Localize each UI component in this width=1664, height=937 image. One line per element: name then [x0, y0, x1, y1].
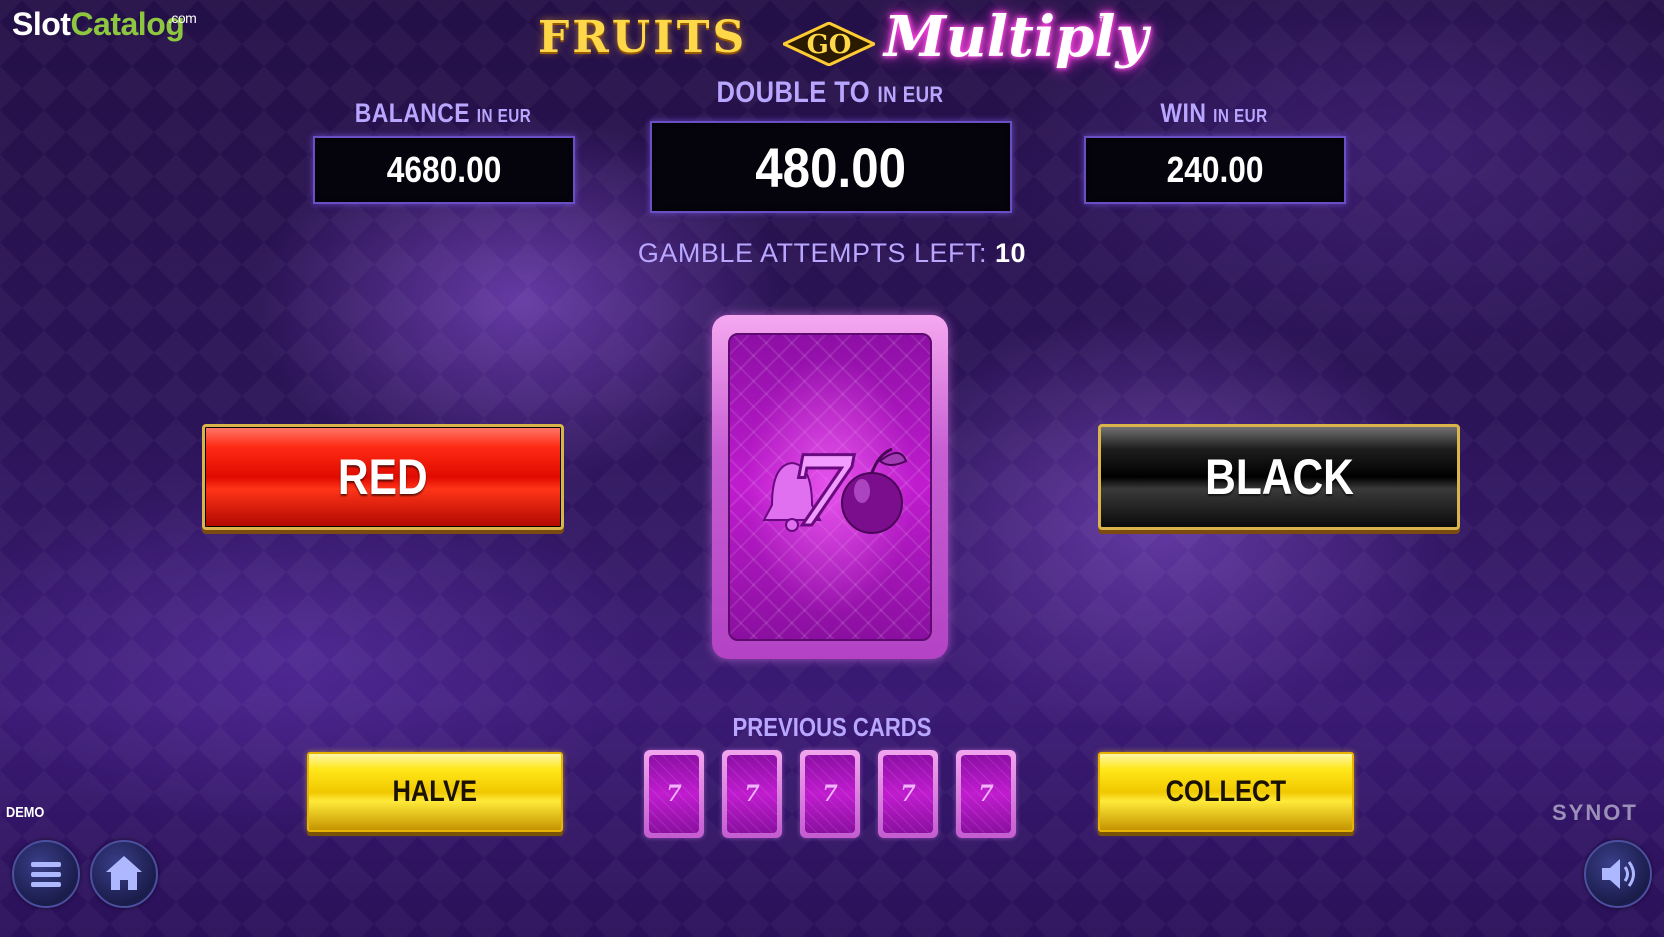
- sound-button[interactable]: [1584, 840, 1652, 908]
- home-button[interactable]: [90, 840, 158, 908]
- game-title-go-badge: GO: [783, 22, 875, 66]
- halve-button-label: HALVE: [392, 775, 478, 808]
- previous-card-1: 7: [644, 750, 704, 838]
- sound-icon: [1602, 859, 1635, 889]
- collect-button-label: COLLECT: [1165, 775, 1287, 808]
- collect-button[interactable]: COLLECT: [1098, 752, 1354, 832]
- balance-label: BALANCE IN EUR: [354, 98, 532, 128]
- balance-display: 4680.00: [313, 136, 575, 204]
- win-display: 240.00: [1084, 136, 1346, 204]
- face-down-card: 7: [712, 315, 948, 659]
- site-logo-part1: Slot: [12, 6, 71, 42]
- previous-cards-label: PREVIOUS CARDS: [732, 712, 932, 742]
- card-back-art: 7: [762, 434, 908, 550]
- win-value: 240.00: [1166, 149, 1264, 190]
- red-button-label: RED: [338, 449, 428, 505]
- previous-card-4: 7: [878, 750, 938, 838]
- site-logo-suffix: .com: [168, 10, 197, 26]
- win-unit: IN EUR: [1213, 106, 1268, 126]
- menu-icon: [31, 862, 61, 887]
- win-label: WIN IN EUR: [1160, 98, 1268, 128]
- black-button-label: BLACK: [1204, 449, 1354, 505]
- gamble-attempts-label: GAMBLE ATTEMPTS LEFT:: [637, 238, 987, 268]
- demo-mode-label: DEMO: [6, 804, 45, 821]
- home-icon: [106, 856, 142, 890]
- double-to-label: DOUBLE TO IN EUR: [716, 76, 944, 109]
- red-button[interactable]: RED: [202, 424, 564, 530]
- card-back: 7: [728, 333, 932, 641]
- double-to-display: 480.00: [650, 121, 1012, 213]
- double-to-unit: IN EUR: [877, 82, 944, 107]
- plum-icon: [841, 472, 903, 534]
- menu-button[interactable]: [12, 840, 80, 908]
- balance-value: 4680.00: [386, 149, 502, 190]
- halve-button[interactable]: HALVE: [307, 752, 563, 832]
- double-to-value: 480.00: [755, 135, 907, 199]
- previous-card-2: 7: [722, 750, 782, 838]
- provider-logo: SYNOT: [1552, 800, 1638, 825]
- game-title-word1: FRUITS: [538, 12, 748, 63]
- gamble-attempts: GAMBLE ATTEMPTS LEFT: 10: [0, 238, 1664, 269]
- balance-unit: IN EUR: [476, 106, 532, 126]
- previous-card-5: 7: [956, 750, 1016, 838]
- black-button[interactable]: BLACK: [1098, 424, 1460, 530]
- site-logo: SlotCatalog .com: [12, 6, 197, 43]
- trademark-symbol: ™: [1098, 14, 1110, 28]
- previous-card-3: 7: [800, 750, 860, 838]
- game-title-word2: GO: [806, 30, 852, 60]
- game-title-logo: FRUITS GO Multiply ™: [538, 4, 1148, 76]
- gamble-attempts-value: 10: [995, 238, 1027, 268]
